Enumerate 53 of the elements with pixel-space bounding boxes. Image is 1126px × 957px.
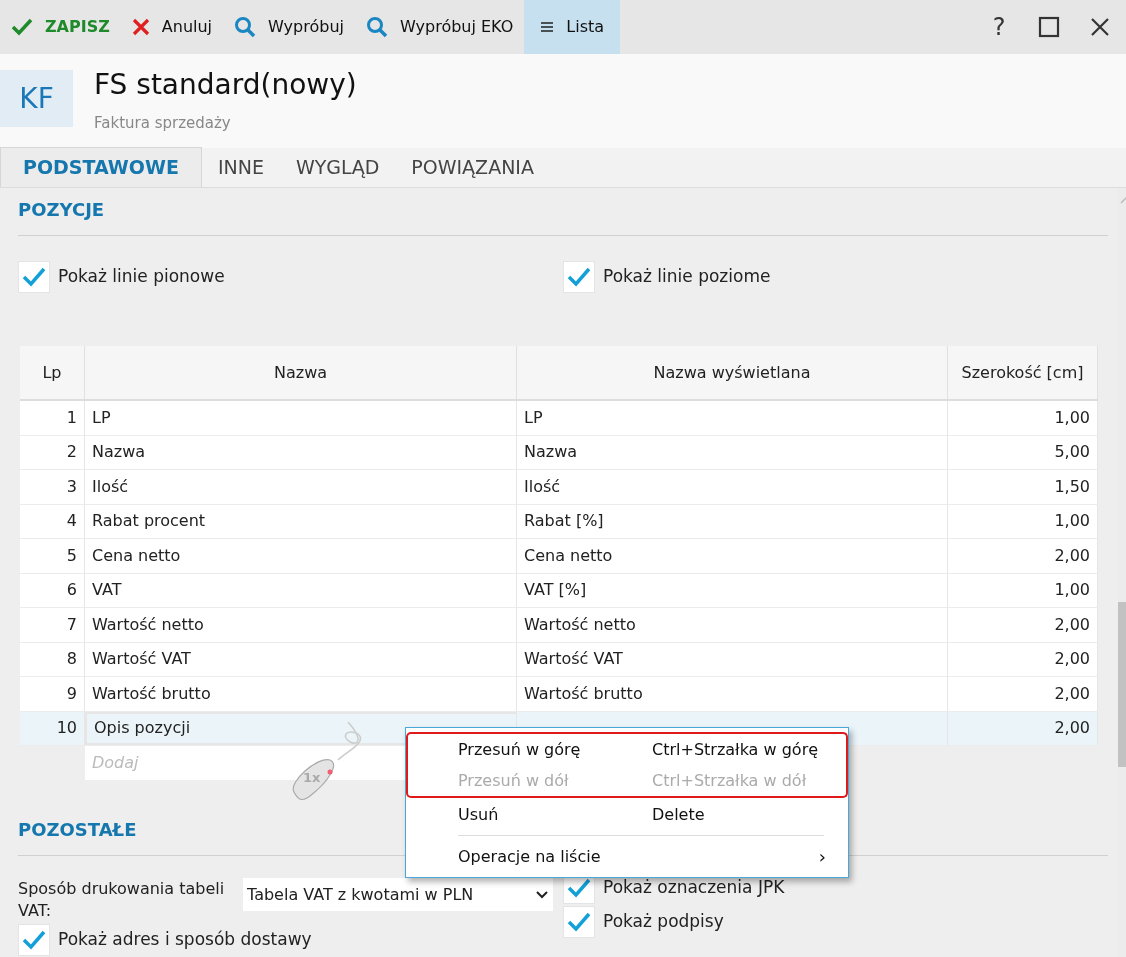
table-cell: 2,00 [948,608,1098,642]
table-cell: Wartość netto [517,608,948,642]
table-cell: Wartość brutto [517,677,948,711]
section-title: POZYCJE [18,198,105,222]
table-cell: 2,00 [948,539,1098,573]
table-cell: VAT [%] [517,573,948,607]
column-header: Nazwa [85,346,517,399]
document-title: FS standard(nowy) [94,67,357,103]
document-badge: KF [0,70,73,127]
table-cell: Rabat [%] [517,504,948,538]
table-cell: Wartość netto [85,608,517,642]
table-cell: 3 [20,470,85,504]
checkbox-label: Pokaż podpisy [603,910,724,934]
table-cell: VAT [85,573,517,607]
table-cell: 2,00 [948,642,1098,676]
table-cell: 1,00 [948,573,1098,607]
column-header: Lp [20,346,85,399]
column-header: Szerokość [cm] [948,346,1098,399]
table-cell: 2,00 [948,677,1098,711]
document-subtitle: Faktura sprzedaży [94,113,232,134]
checkbox-label: Pokaż linie pionowe [58,265,225,289]
table-cell: 1 [20,401,85,435]
table-cell: Nazwa [517,435,948,469]
table-cell: LP [85,401,517,435]
table-cell: Wartość VAT [85,642,517,676]
table-cell: Ilość [517,470,948,504]
table-cell: 5,00 [948,435,1098,469]
field-label: Sposób drukowania tabeli VAT: [18,878,226,922]
table-cell: Wartość brutto [85,677,517,711]
checkbox-label: Pokaż linie poziome [603,265,771,289]
table-cell: Nazwa [85,435,517,469]
table-cell: Cena netto [517,539,948,573]
table-cell: 9 [20,677,85,711]
table-cell: Ilość [85,470,517,504]
checkbox-label: Pokaż adres i sposób dostawy [58,928,312,952]
table-cell: 1,50 [948,470,1098,504]
table-cell: 10 [20,711,85,745]
table-cell: 2 [20,435,85,469]
table-cell: Wartość VAT [517,642,948,676]
table-cell: Cena netto [85,539,517,573]
table-cell: 5 [20,539,85,573]
table-cell: 1,00 [948,401,1098,435]
table-cell: 2,00 [948,711,1098,745]
table-cell: 8 [20,642,85,676]
table-cell: 4 [20,504,85,538]
table-cell: 6 [20,573,85,607]
table-cell: 7 [20,608,85,642]
table-cell: LP [517,401,948,435]
table-cell: Rabat procent [85,504,517,538]
column-header: Nazwa wyświetlana [517,346,948,399]
section-title: POZOSTAŁE [18,818,137,842]
table-cell: 1,00 [948,504,1098,538]
checkbox-label: Pokaż oznaczenia JPK [603,876,785,900]
